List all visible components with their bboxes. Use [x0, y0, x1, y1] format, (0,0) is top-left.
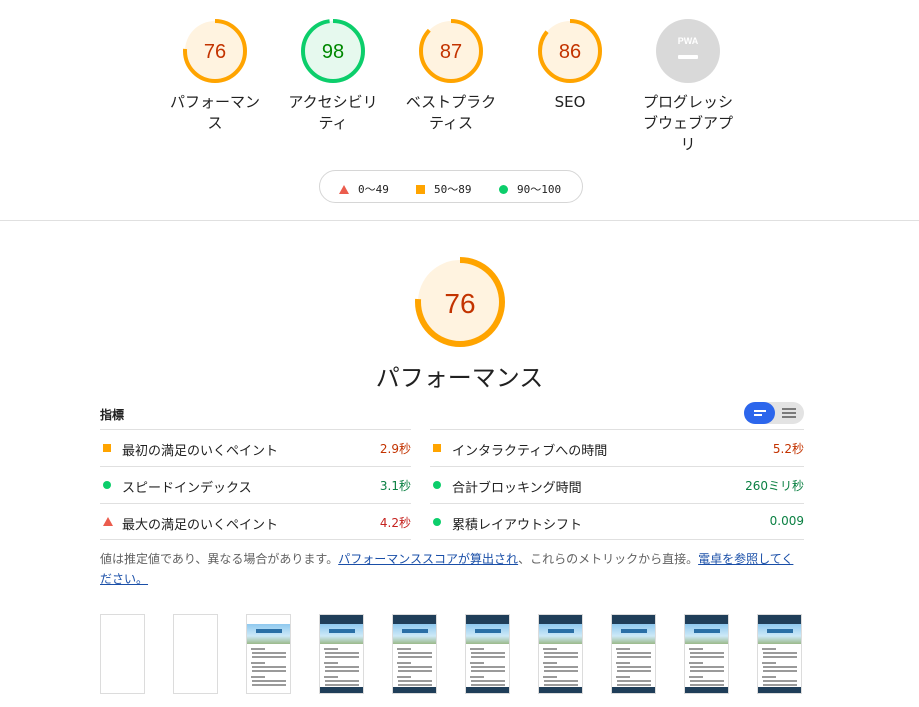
gauge-best-practices[interactable]: 87 ベストプラクティス — [391, 18, 511, 134]
legend-average-range: 50〜89 — [434, 183, 472, 196]
gauge-label: アクセシビリティ — [288, 93, 378, 132]
metric-name: 最大の満足のいくペイント — [122, 518, 279, 533]
performance-score: 76 — [444, 288, 475, 319]
gauge-label: SEO — [554, 93, 586, 111]
metric-row: 最大の満足のいくペイント 4.2秒 — [100, 503, 411, 540]
metric-value: 4.2秒 — [379, 516, 411, 530]
filmstrip-frame — [538, 614, 583, 694]
filmstrip-frame — [392, 614, 437, 694]
legend-pass-range: 90〜100 — [517, 183, 562, 196]
section-divider — [0, 220, 919, 221]
score-scale-legend: 0〜49 50〜89 90〜100 — [319, 170, 583, 203]
filmstrip-frame — [100, 614, 145, 694]
pwa-badge-text: PWA — [678, 36, 699, 46]
gauge-accessibility[interactable]: 98 アクセシビリティ — [273, 18, 393, 134]
gauge-score: 76 — [204, 41, 226, 63]
score-calculation-link[interactable]: パフォーマンススコアが算出され — [338, 552, 518, 566]
filmstrip-frame — [173, 614, 218, 694]
gauge-label: ベストプラクティス — [405, 93, 497, 132]
category-gauges: 76 パフォーマンス 98 アクセシビリティ 87 ベストプラクティス 86 S… — [0, 18, 919, 168]
pass-circle-icon — [103, 481, 111, 489]
metric-row: インタラクティブへの時間 5.2秒 — [430, 429, 804, 466]
metric-row: 累積レイアウトシフト 0.009 — [430, 503, 804, 540]
gauge-label: パフォーマンス — [169, 93, 260, 132]
metric-row: スピードインデックス 3.1秒 — [100, 466, 411, 503]
gauge-ring: 76 — [183, 19, 247, 83]
average-square-icon — [416, 184, 425, 194]
metric-name: インタラクティブへの時間 — [452, 444, 608, 459]
metric-name: スピードインデックス — [122, 481, 252, 496]
filmstrip-frame — [611, 614, 656, 694]
compact-view-icon[interactable] — [744, 402, 775, 424]
gauge-seo[interactable]: 86 SEO — [510, 18, 630, 113]
metrics-view-toggle[interactable] — [744, 402, 804, 424]
gauge-label: プログレッシブウェブアプリ — [642, 93, 733, 153]
pass-circle-icon — [433, 481, 441, 489]
metric-name: 合計ブロッキング時間 — [452, 481, 582, 496]
average-square-icon — [103, 444, 111, 452]
metrics-column-right: インタラクティブへの時間 5.2秒 合計ブロッキング時間 260ミリ秒 累積レイ… — [430, 429, 804, 540]
performance-title: パフォーマンス — [375, 364, 544, 392]
gauge-ring: 98 — [301, 19, 365, 83]
metrics-heading: 指標 — [100, 408, 125, 422]
metric-name: 累積レイアウトシフト — [452, 518, 583, 533]
gauge-ring: 86 — [538, 19, 602, 83]
average-square-icon — [433, 444, 441, 452]
metrics-header: 指標 — [100, 402, 804, 429]
gauge-score: 87 — [440, 41, 462, 63]
fail-triangle-icon — [339, 184, 349, 194]
gauge-score: 86 — [559, 41, 581, 63]
performance-section: 76 パフォーマンス — [0, 256, 919, 393]
legend-fail: 0〜49 — [339, 181, 389, 197]
performance-gauge: 76 — [414, 257, 505, 347]
legend-average: 50〜89 — [416, 181, 472, 197]
metrics-column-left: 最初の満足のいくペイント 2.9秒 スピードインデックス 3.1秒 最大の満足の… — [100, 429, 411, 540]
filmstrip-frame — [465, 614, 510, 694]
metrics-note: 値は推定値であり、異なる場合があります。パフォーマンススコアが算出され、これらの… — [100, 549, 804, 589]
metric-row: 最初の満足のいくペイント 2.9秒 — [100, 429, 411, 466]
pwa-badge-icon: PWA — [656, 19, 720, 83]
gauge-performance[interactable]: 76 パフォーマンス — [155, 18, 275, 134]
fail-triangle-icon — [103, 517, 113, 526]
metric-value: 2.9秒 — [379, 442, 411, 456]
metric-value: 260ミリ秒 — [745, 479, 804, 493]
pass-circle-icon — [499, 184, 508, 194]
gauge-ring: 87 — [419, 19, 483, 83]
metric-value: 0.009 — [769, 514, 804, 528]
note-text: 、これらのメトリックから直接。 — [518, 552, 699, 566]
legend-pass: 90〜100 — [499, 181, 561, 197]
metric-value: 3.1秒 — [379, 479, 411, 493]
metric-name: 最初の満足のいくペイント — [122, 444, 279, 459]
gauge-pwa[interactable]: PWA プログレッシブウェブアプリ — [628, 18, 748, 155]
filmstrip-frame — [246, 614, 291, 694]
metric-row: 合計ブロッキング時間 260ミリ秒 — [430, 466, 804, 503]
filmstrip-frame — [684, 614, 729, 694]
pass-circle-icon — [433, 518, 441, 526]
filmstrip-frame — [319, 614, 364, 694]
note-text: 値は推定値であり、異なる場合があります。 — [100, 552, 339, 566]
expanded-view-icon[interactable] — [775, 402, 804, 424]
filmstrip-frame — [757, 614, 802, 694]
gauge-score: 98 — [322, 41, 344, 63]
metric-value: 5.2秒 — [772, 442, 804, 456]
legend-fail-range: 0〜49 — [358, 183, 389, 196]
